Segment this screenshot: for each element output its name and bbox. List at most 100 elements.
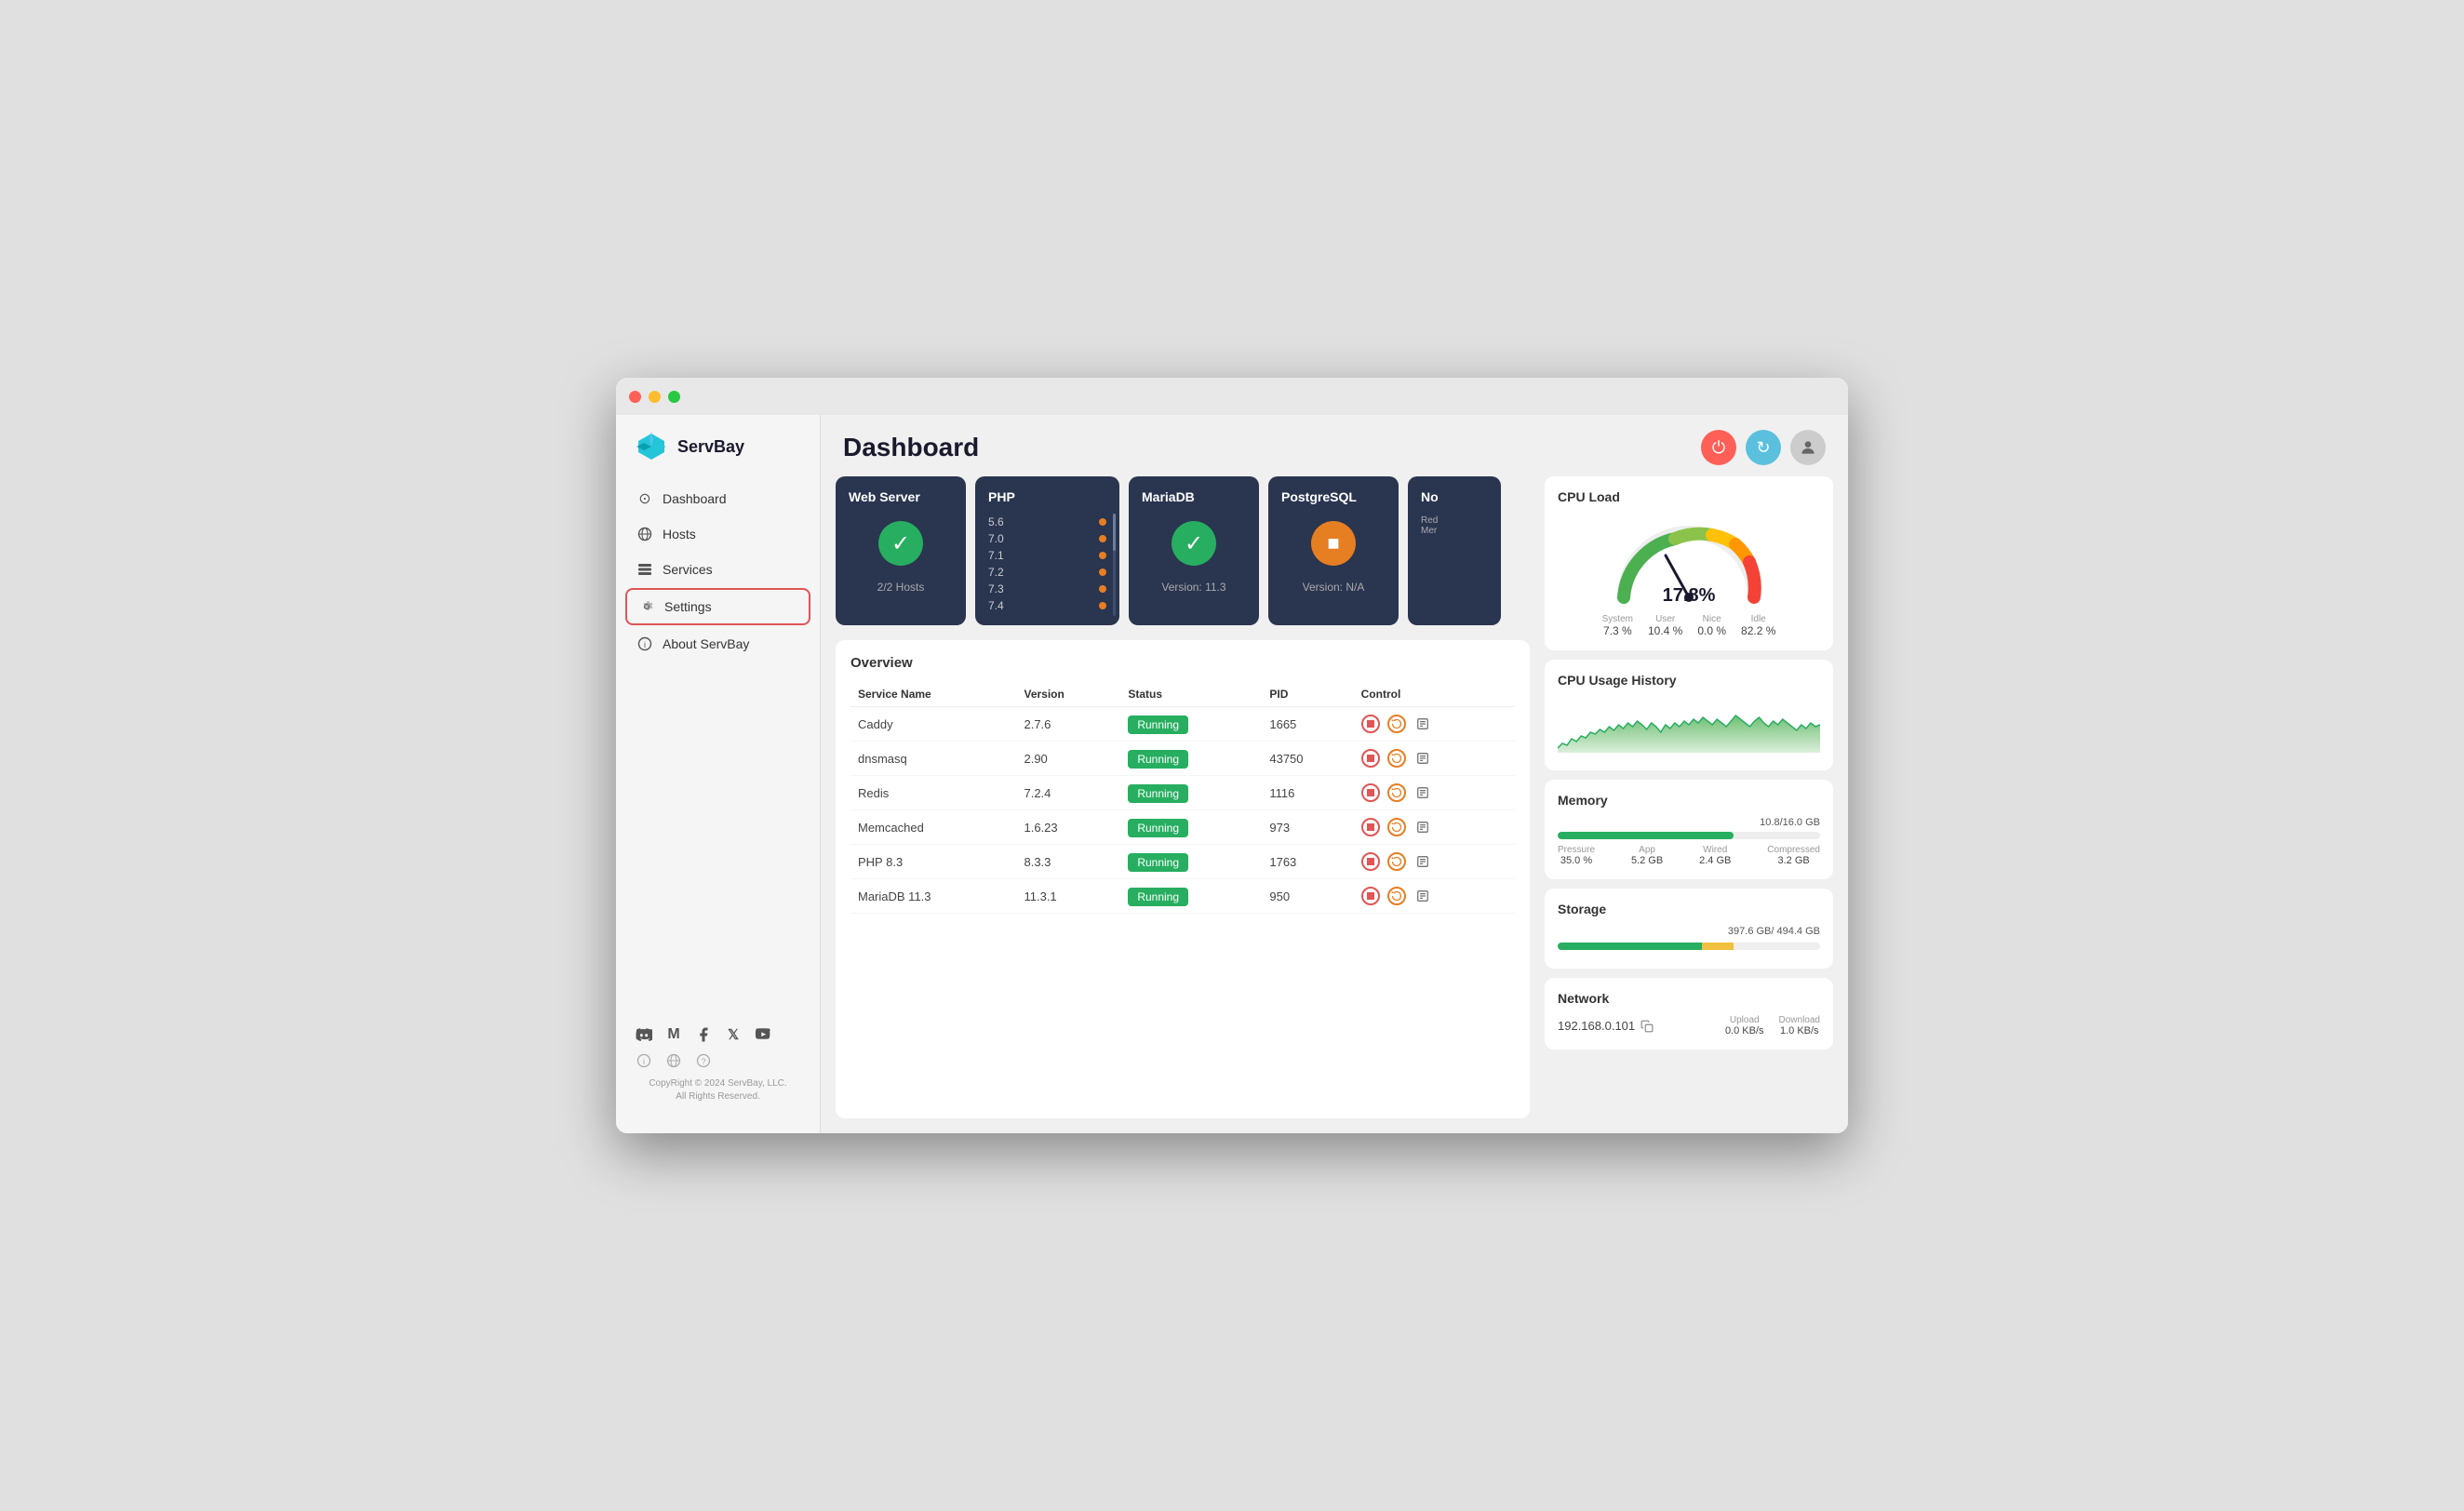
restart-button[interactable] <box>1387 852 1406 871</box>
sidebar-item-label: Settings <box>664 599 712 614</box>
postgresql-card[interactable]: PostgreSQL ■ Version: N/A <box>1268 476 1399 625</box>
servbay-logo-icon <box>635 430 668 463</box>
memory-stats: Pressure 35.0 % App 5.2 GB Wired 2.4 GB <box>1558 845 1820 866</box>
network-ip-text: 192.168.0.101 <box>1558 1019 1635 1033</box>
app-window: ServBay ⊙ Dashboard Hosts <box>616 378 1848 1133</box>
power-button[interactable]: ⏻ <box>1701 430 1736 465</box>
stop-button[interactable] <box>1361 852 1380 871</box>
cell-control <box>1354 742 1515 776</box>
sidebar-item-settings[interactable]: Settings <box>625 588 810 625</box>
net-download: Download 1.0 KB/s <box>1779 1015 1820 1036</box>
stop-button[interactable] <box>1361 818 1380 836</box>
copyright-text: CopyRight © 2024 ServBay, LLC. All Right… <box>635 1077 801 1103</box>
mariadb-icon-area: ✓ <box>1142 515 1246 571</box>
globe-icon[interactable] <box>664 1051 683 1070</box>
cell-pid: 950 <box>1262 879 1353 914</box>
log-button[interactable] <box>1413 783 1432 802</box>
services-icon <box>636 561 653 578</box>
cell-version: 1.6.23 <box>1016 810 1120 845</box>
network-card: Network 192.168.0.101 Upload 0.0 KB/s <box>1545 978 1833 1050</box>
cell-pid: 1763 <box>1262 845 1353 879</box>
cpu-stat-system: System 7.3 % <box>1602 614 1633 637</box>
download-label: Download <box>1779 1015 1820 1025</box>
cpu-stat-nice: Nice 0.0 % <box>1697 614 1726 637</box>
cell-control <box>1354 845 1515 879</box>
log-button[interactable] <box>1413 818 1432 836</box>
sidebar-item-services[interactable]: Services <box>625 553 810 586</box>
log-button[interactable] <box>1413 852 1432 871</box>
memory-card: Memory 10.8/16.0 GB Pressure 35.0 % App <box>1545 780 1833 879</box>
php-card[interactable]: PHP 5.6 7.0 7.1 7.2 7.3 7.4 <box>975 476 1119 625</box>
extra-card[interactable]: No RedMer <box>1408 476 1501 625</box>
header-actions: ⏻ ↻ <box>1701 430 1826 465</box>
page-title: Dashboard <box>843 433 979 462</box>
sidebar-footer: M 𝕏 i ? <box>616 1010 820 1118</box>
restart-button[interactable] <box>1387 887 1406 905</box>
cpu-load-title: CPU Load <box>1558 489 1820 504</box>
cell-pid: 973 <box>1262 810 1353 845</box>
php-card-title: PHP <box>988 489 1106 504</box>
youtube-icon[interactable] <box>754 1025 772 1044</box>
table-row: Memcached 1.6.23 Running 973 <box>850 810 1515 845</box>
sidebar-item-label: About ServBay <box>663 636 749 651</box>
cell-service-name: PHP 8.3 <box>850 845 1016 879</box>
cell-status: Running <box>1120 810 1262 845</box>
sidebar-logo: ServBay <box>616 430 820 482</box>
upload-value: 0.0 KB/s <box>1725 1025 1764 1036</box>
restart-button[interactable] <box>1387 783 1406 802</box>
sidebar-item-hosts[interactable]: Hosts <box>625 517 810 551</box>
cards-scroll: Web Server ✓ 2/2 Hosts PHP 5.6 7.0 <box>836 476 1530 625</box>
memory-value: 10.8/16.0 GB <box>1558 817 1820 828</box>
overview-section: Overview Service Name Version Status PID… <box>836 640 1530 1118</box>
stop-button[interactable] <box>1361 749 1380 768</box>
cell-control <box>1354 810 1515 845</box>
medium-icon[interactable]: M <box>664 1025 683 1044</box>
php-version-row: 7.3 <box>988 582 1106 595</box>
sidebar-item-dashboard[interactable]: ⊙ Dashboard <box>625 482 810 515</box>
cell-control <box>1354 776 1515 810</box>
twitter-icon[interactable]: 𝕏 <box>724 1025 743 1044</box>
restart-button[interactable] <box>1387 749 1406 768</box>
network-speeds: Upload 0.0 KB/s Download 1.0 KB/s <box>1725 1015 1820 1036</box>
log-button[interactable] <box>1413 715 1432 733</box>
sidebar-item-about[interactable]: i About ServBay <box>625 627 810 661</box>
php-version-row: 5.6 <box>988 515 1106 528</box>
mariadb-subtitle: Version: 11.3 <box>1142 581 1246 594</box>
main-header: Dashboard ⏻ ↻ <box>821 415 1848 476</box>
cell-control <box>1354 879 1515 914</box>
mariadb-card[interactable]: MariaDB ✓ Version: 11.3 <box>1129 476 1259 625</box>
sidebar-nav: ⊙ Dashboard Hosts <box>616 482 820 1010</box>
restart-button[interactable] <box>1387 715 1406 733</box>
refresh-button[interactable]: ↻ <box>1746 430 1781 465</box>
cpu-gauge-value: 17.8% <box>1663 585 1716 607</box>
info-circle-icon[interactable]: i <box>635 1051 653 1070</box>
table-row: MariaDB 11.3 11.3.1 Running 950 <box>850 879 1515 914</box>
log-button[interactable] <box>1413 749 1432 768</box>
maximize-button[interactable] <box>668 391 680 403</box>
dashboard-icon: ⊙ <box>636 490 653 507</box>
stop-button[interactable] <box>1361 887 1380 905</box>
col-status: Status <box>1120 682 1262 707</box>
log-button[interactable] <box>1413 887 1432 905</box>
cell-status: Running <box>1120 742 1262 776</box>
storage-bar-yellow <box>1702 943 1734 950</box>
memory-title: Memory <box>1558 793 1820 808</box>
about-icon: i <box>636 635 653 652</box>
cell-status: Running <box>1120 707 1262 742</box>
discord-icon[interactable] <box>635 1025 653 1044</box>
stop-button[interactable] <box>1361 783 1380 802</box>
table-row: dnsmasq 2.90 Running 43750 <box>850 742 1515 776</box>
restart-button[interactable] <box>1387 818 1406 836</box>
webserver-subtitle: 2/2 Hosts <box>849 581 953 594</box>
close-button[interactable] <box>629 391 641 403</box>
cell-version: 11.3.1 <box>1016 879 1120 914</box>
webserver-card[interactable]: Web Server ✓ 2/2 Hosts <box>836 476 966 625</box>
minimize-button[interactable] <box>649 391 661 403</box>
facebook-icon[interactable] <box>694 1025 713 1044</box>
user-button[interactable] <box>1790 430 1826 465</box>
cell-version: 8.3.3 <box>1016 845 1120 879</box>
stop-button[interactable] <box>1361 715 1380 733</box>
question-icon[interactable]: ? <box>694 1051 713 1070</box>
cell-status: Running <box>1120 776 1262 810</box>
postgresql-card-title: PostgreSQL <box>1281 489 1386 504</box>
